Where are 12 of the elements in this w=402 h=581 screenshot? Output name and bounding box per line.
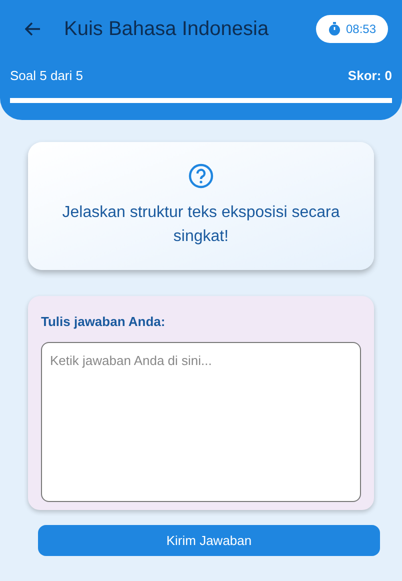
answer-field[interactable]: Ketik jawaban Anda di sini... (41, 342, 361, 502)
submit-button[interactable]: Kirim Jawaban (38, 525, 380, 556)
answer-label: Tulis jawaban Anda: (41, 313, 166, 331)
question-mark-icon (188, 163, 214, 189)
stopwatch-icon (328, 22, 341, 36)
question-text: Jelaskan struktur teks eksposisi secara singkat! (61, 203, 341, 247)
score-text: Skor: 0 (348, 67, 392, 85)
app-title: Kuis Bahasa Indonesia (64, 17, 269, 42)
back-icon (25, 22, 41, 36)
back-button[interactable] (24, 20, 42, 38)
question-counter: Soal 5 dari 5 (10, 67, 83, 85)
timer-text: 08:53 (346, 21, 376, 38)
